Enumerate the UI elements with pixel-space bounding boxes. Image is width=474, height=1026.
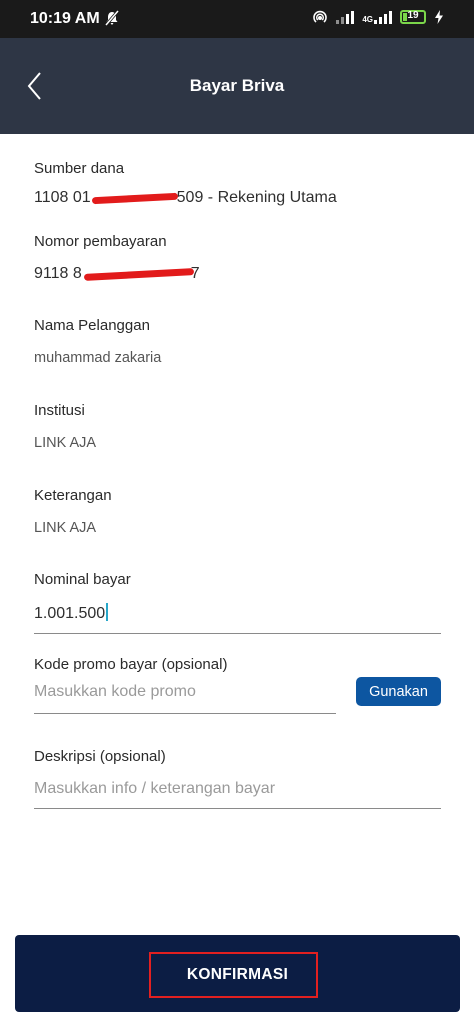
gunakan-button[interactable]: Gunakan [356,677,441,706]
sumber-dana-value-end: 509 - Rekening Utama [176,189,337,206]
status-icons: 4G 19 [312,9,444,25]
konfirmasi-label: KONFIRMASI [186,966,289,983]
deskripsi-input[interactable]: Masukkan info / keterangan bayar [34,780,275,798]
nominal-bayar-label: Nominal bayar [34,571,131,588]
sumber-dana-label: Sumber dana [34,160,125,177]
text-cursor [106,603,109,621]
battery-level: 19 [407,10,419,21]
status-time: 10:19 AM [30,10,100,27]
nama-pelanggan-value: muhammad zakaria [34,350,162,366]
sumber-dana-value-start: 1108 01 [34,189,91,206]
page-title: Bayar Briva [189,76,285,95]
institusi-label: Institusi [34,402,85,419]
nominal-bayar-input[interactable]: 1.001.500 [34,603,109,623]
sumber-dana-value: 1108 01 509 - Rekening Utama [34,189,337,207]
institusi-value: LINK AJA [34,435,97,451]
hotspot-icon [313,10,328,23]
kode-promo-underline [34,713,336,714]
deskripsi-underline [34,808,441,809]
notification-muted-icon [104,10,120,26]
nama-pelanggan-label: Nama Pelanggan [34,317,150,334]
nomor-pembayaran-label: Nomor pembayaran [34,233,167,250]
keterangan-label: Keterangan [34,487,112,504]
kode-promo-label: Kode promo bayar (opsional) [34,656,228,673]
nominal-bayar-underline [34,633,441,634]
konfirmasi-button[interactable]: KONFIRMASI [15,935,460,1012]
signal-icon-2 [374,10,392,24]
app-bar: Bayar Briva [0,38,474,134]
deskripsi-label: Deskripsi (opsional) [34,748,166,765]
kode-promo-input[interactable]: Masukkan kode promo [34,683,196,701]
keterangan-value: LINK AJA [34,520,97,536]
nomor-pembayaran-value-start: 9118 8 [34,265,82,282]
status-bar: 10:19 AM 4G 19 [0,0,474,38]
nominal-bayar-value: 1.001.500 [34,605,106,622]
signal-icon [336,10,355,24]
network-type-label: 4G [362,15,373,24]
charging-icon [435,10,443,24]
battery-icon: 19 [400,10,426,24]
